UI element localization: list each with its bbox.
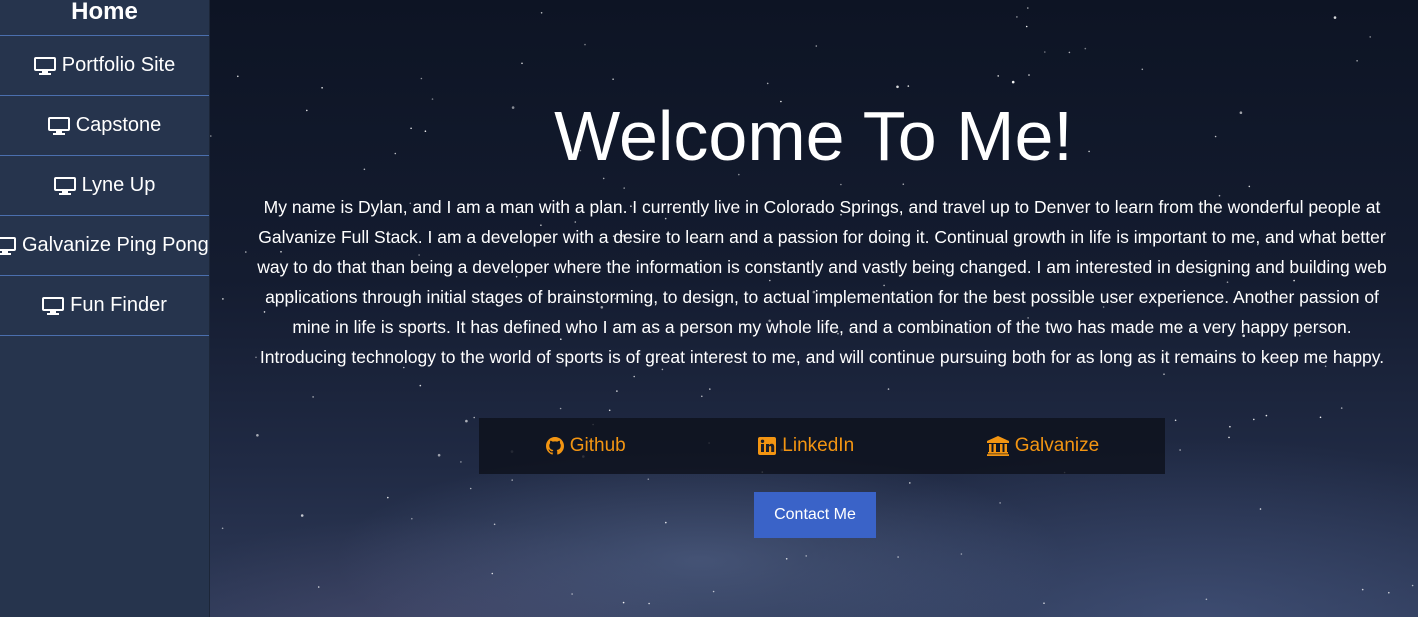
github-icon: [545, 436, 565, 456]
desktop-icon: [47, 116, 70, 135]
linkedin-icon: [757, 436, 777, 456]
linkedin-link-label: LinkedIn: [782, 435, 855, 456]
sidebar-item-label: Capstone: [75, 114, 162, 136]
desktop-icon: [33, 56, 56, 75]
sidebar-item-label: Lyne Up: [81, 174, 156, 196]
desktop-icon: [42, 296, 65, 315]
page: Home Portfolio Site Capstone Lyne Up Gal…: [0, 0, 1418, 617]
sidebar-item-portfolio-site[interactable]: Portfolio Site: [0, 36, 209, 96]
galvanize-link[interactable]: Galvanize: [986, 435, 1100, 457]
sidebar-item-label: Portfolio Site: [61, 54, 176, 76]
sidebar-item-lyne-up[interactable]: Lyne Up: [0, 156, 209, 216]
contact-me-button[interactable]: Contact Me: [754, 492, 876, 538]
main-content: Welcome To Me! My name is Dylan, and I a…: [209, 0, 1418, 617]
sidebar-item-galvanize-ping-pong[interactable]: Galvanize Ping Pong: [0, 216, 209, 276]
social-links-bar: Github LinkedIn Galvanize: [479, 418, 1165, 474]
sidebar-item-capstone[interactable]: Capstone: [0, 96, 209, 156]
desktop-icon: [53, 176, 76, 195]
bio-paragraph: My name is Dylan, and I am a man with a …: [257, 197, 1387, 367]
github-link-label: Github: [569, 435, 626, 456]
galvanize-link-label: Galvanize: [1014, 435, 1100, 456]
linkedin-link[interactable]: LinkedIn: [757, 435, 854, 457]
institution-icon: [986, 436, 1010, 456]
page-title: Welcome To Me!: [554, 97, 1073, 175]
sidebar-home-link[interactable]: Home: [0, 0, 209, 36]
github-link[interactable]: Github: [545, 435, 626, 457]
desktop-icon: [0, 236, 16, 255]
sidebar-item-label: Fun Finder: [70, 294, 167, 316]
sidebar-nav: Home Portfolio Site Capstone Lyne Up Gal…: [0, 0, 209, 617]
sidebar-item-fun-finder[interactable]: Fun Finder: [0, 276, 209, 336]
sidebar-item-label: Galvanize Ping Pong: [22, 234, 209, 256]
